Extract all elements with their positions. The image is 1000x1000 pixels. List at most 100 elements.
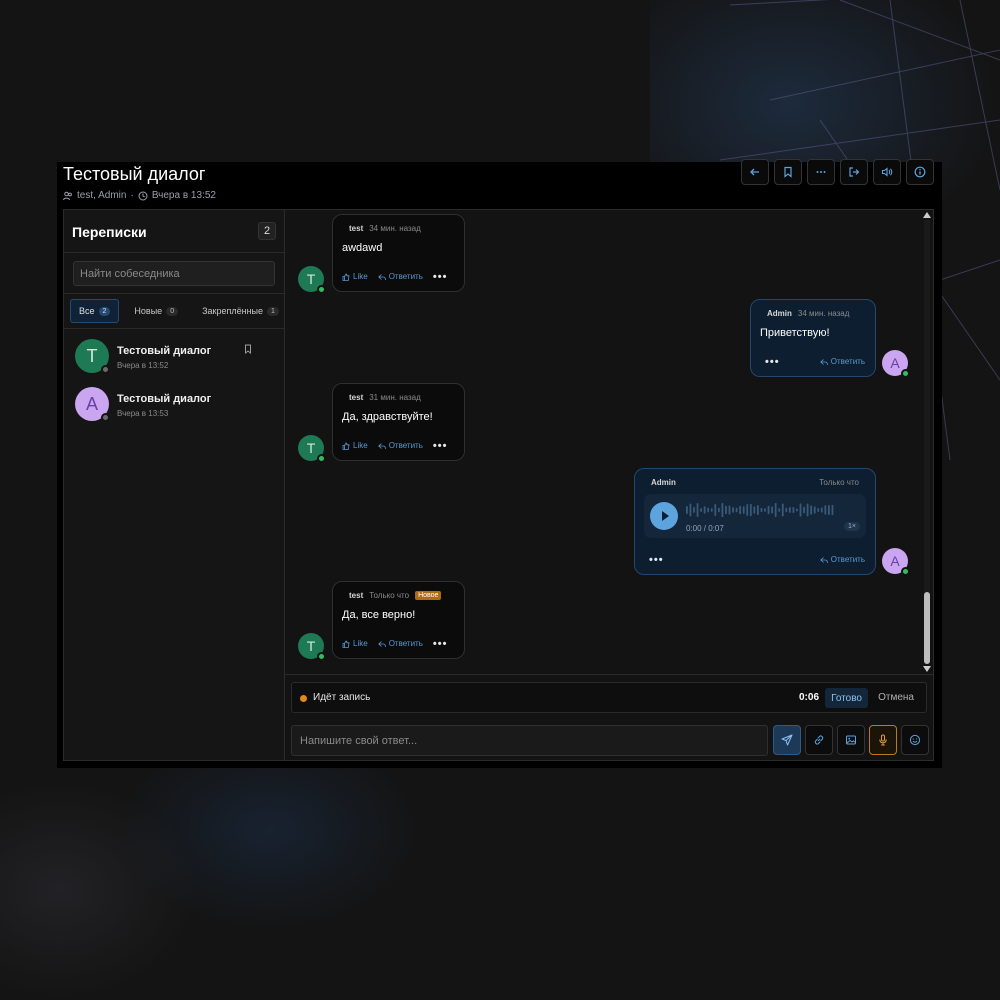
online-dot	[317, 652, 326, 661]
tab-badge: 2	[98, 306, 111, 316]
divider	[285, 674, 933, 675]
playback-speed-button[interactable]: 1×	[844, 522, 860, 531]
emoji-button[interactable]	[901, 725, 929, 755]
message-more-button[interactable]: •••	[433, 271, 448, 282]
waveform-bar	[689, 503, 692, 517]
message-more-button[interactable]: •••	[765, 356, 780, 367]
message-time: 34 мин. назад	[797, 309, 850, 318]
message-bubble: test 34 мин. назад awdawd Like Ответить	[332, 214, 465, 292]
recording-bar: Идёт запись 0:06 Готово Отмена	[291, 682, 927, 713]
waveform-bar	[760, 507, 763, 513]
more-button[interactable]	[807, 159, 835, 185]
conversation-item[interactable]: T Тестовый диалог Вчера в 13:52	[75, 339, 275, 377]
back-button[interactable]	[741, 159, 769, 185]
tab-pinned[interactable]: Закреплённые 1	[193, 299, 288, 323]
chat-panel: Переписки 2 Все 2 Новые 0 Закреплённые 1	[63, 209, 934, 761]
avatar-letter: A	[890, 355, 900, 371]
message-time: 34 мин. назад	[369, 224, 421, 233]
waveform-bar	[717, 507, 720, 513]
like-button[interactable]: Like	[342, 441, 368, 450]
tab-all[interactable]: Все 2	[70, 299, 120, 323]
thumbs-up-icon	[342, 442, 350, 450]
recording-indicator	[300, 695, 307, 702]
thumbs-up-icon	[342, 273, 350, 281]
message-bubble: test 31 мин. назад Да, здравствуйте! Lik…	[332, 383, 465, 461]
conversation-item[interactable]: A Тестовый диалог Вчера в 13:53	[75, 387, 275, 425]
bookmark-icon[interactable]	[243, 344, 253, 354]
scroll-down-arrow[interactable]	[923, 666, 931, 672]
bookmark-button[interactable]	[774, 159, 802, 185]
scrollbar-thumb[interactable]	[924, 592, 930, 664]
message-avatar: T	[298, 633, 326, 661]
thumbs-up-icon	[342, 640, 350, 648]
reply-label: Ответить	[388, 441, 423, 450]
waveform-bar	[813, 506, 816, 514]
message-header: Admin 34 мин. назад	[767, 309, 849, 318]
waveform-bar	[810, 505, 813, 515]
message-author: test	[349, 224, 364, 233]
message-more-button[interactable]: •••	[433, 638, 448, 649]
tab-label: Закреплённые	[202, 306, 264, 316]
users-icon	[63, 191, 72, 200]
tab-new[interactable]: Новые 0	[125, 299, 187, 323]
avatar-letter: T	[306, 638, 316, 654]
divider	[64, 293, 284, 294]
waveform-bar	[693, 507, 695, 513]
play-button[interactable]	[650, 502, 678, 530]
like-button[interactable]: Like	[342, 272, 368, 281]
forward-button[interactable]	[840, 159, 868, 185]
message-text: Да, все верно!	[342, 609, 416, 621]
message-author: test	[349, 393, 364, 402]
forward-icon	[849, 167, 860, 177]
reply-label: Ответить	[388, 272, 423, 281]
participants: test, Admin	[77, 190, 127, 201]
message-bubble: Admin 34 мин. назад Приветствую! ••• Отв…	[750, 299, 876, 377]
sound-button[interactable]	[873, 159, 901, 185]
conversations-sidebar: Переписки 2 Все 2 Новые 0 Закреплённые 1	[64, 210, 285, 760]
message-text: Да, здравствуйте!	[342, 411, 433, 423]
attach-link-button[interactable]	[805, 725, 833, 755]
reply-button[interactable]: Ответить	[377, 272, 423, 281]
waveform-bar	[817, 507, 820, 513]
attach-image-button[interactable]	[837, 725, 865, 755]
message-list[interactable]: test 34 мин. назад awdawd Like Ответить	[285, 210, 933, 674]
avatar-letter: A	[890, 553, 900, 569]
reply-icon	[820, 556, 828, 563]
message-actions: ••• Ответить	[765, 356, 865, 367]
waveform[interactable]	[686, 501, 836, 519]
message-more-button[interactable]: •••	[649, 554, 664, 565]
like-button[interactable]: Like	[342, 639, 368, 648]
link-icon	[814, 735, 824, 745]
back-icon	[750, 168, 759, 176]
scroll-up-arrow[interactable]	[923, 212, 931, 218]
message-header: Admin Только что	[651, 478, 859, 487]
message-header: test 31 мин. назад	[349, 393, 421, 402]
reply-button[interactable]: Ответить	[377, 441, 423, 450]
microphone-button[interactable]	[869, 725, 897, 755]
message-scrollbar[interactable]	[923, 212, 931, 672]
conversation-tabs: Все 2 Новые 0 Закреплённые 1	[70, 299, 288, 323]
reply-label: Ответить	[388, 639, 423, 648]
tab-label: Новые	[134, 306, 163, 316]
message-avatar: T	[298, 266, 326, 294]
bookmark-icon	[784, 166, 792, 178]
reply-button[interactable]: Ответить	[820, 357, 865, 366]
send-button[interactable]	[773, 725, 801, 755]
message-input[interactable]	[291, 725, 768, 756]
done-button[interactable]: Готово	[825, 688, 868, 708]
message-more-button[interactable]: •••	[433, 440, 448, 451]
info-button[interactable]	[906, 159, 934, 185]
search-input[interactable]	[73, 261, 275, 286]
chat-window: Тестовый диалог test, Admin · Вчера в 13…	[57, 159, 942, 768]
sidebar-title: Переписки	[72, 224, 147, 240]
waveform-bar	[696, 503, 699, 517]
message-time: Только что	[819, 478, 859, 487]
message-bubble: test Только что Новое Да, все верно! Lik…	[332, 581, 465, 659]
cancel-button[interactable]: Отмена	[878, 692, 914, 703]
reply-button[interactable]: Ответить	[377, 639, 423, 648]
avatar-letter: T	[306, 440, 316, 456]
reply-icon	[377, 442, 386, 449]
voice-player: 0:00 / 0:07 1×	[644, 494, 866, 538]
reply-button[interactable]: Ответить	[820, 555, 865, 564]
message-actions: ••• Ответить	[649, 554, 865, 565]
